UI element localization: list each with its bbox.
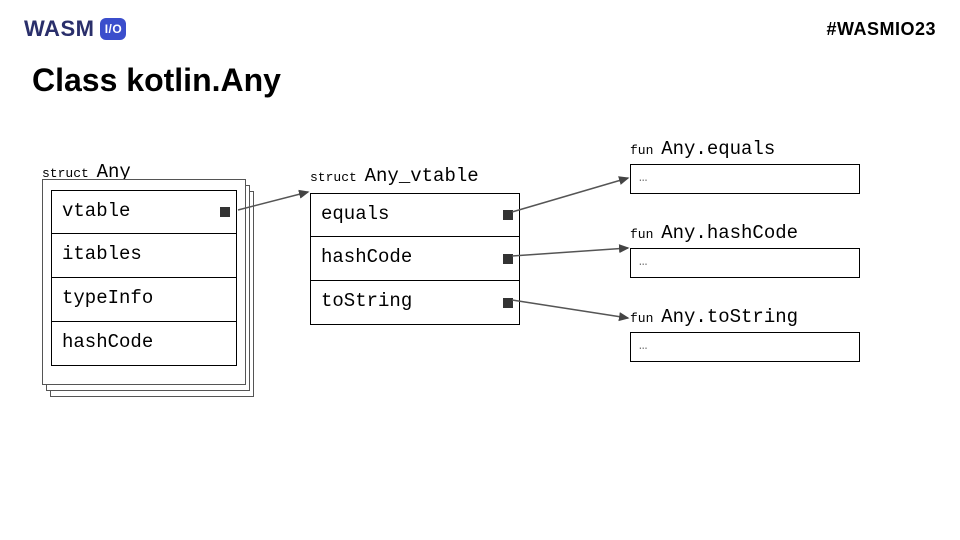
fun-hashcode: fun Any.hashCode … [630, 222, 860, 278]
slide-title: Class kotlin.Any [32, 62, 281, 99]
struct-vtable-label: struct Any_vtable [310, 165, 520, 187]
struct-vtable: struct Any_vtable equals hashCode toStri… [310, 165, 520, 325]
wasm-io-logo: WASM I/O [24, 16, 126, 42]
fun-equals: fun Any.equals … [630, 138, 860, 194]
hashtag: #WASMIO23 [826, 19, 936, 40]
field-equals: equals [310, 193, 520, 237]
function-column: fun Any.equals … fun Any.hashCode … fun … [630, 138, 860, 390]
pointer-knob [503, 210, 513, 220]
field-hashcode: hashCode [51, 322, 237, 366]
struct-any-stack: struct Any vtable itables typeInfo hashC… [42, 165, 246, 380]
pointer-knob [220, 207, 230, 217]
slide-header: WASM I/O #WASMIO23 [24, 16, 936, 42]
fun-tostring: fun Any.toString … [630, 306, 860, 362]
pointer-knob [503, 254, 513, 264]
logo-text: WASM [24, 16, 94, 42]
pointer-knob [503, 298, 513, 308]
field-typeinfo: typeInfo [51, 278, 237, 322]
fun-body-equals: … [630, 164, 860, 194]
fun-body-tostring: … [630, 332, 860, 362]
fun-label-equals: fun Any.equals [630, 138, 860, 160]
field-hashcode-vtable: hashCode [310, 237, 520, 281]
struct-vtable-fields: equals hashCode toString [310, 193, 520, 325]
field-itables: itables [51, 234, 237, 278]
fun-label-tostring: fun Any.toString [630, 306, 860, 328]
logo-badge: I/O [100, 18, 126, 40]
field-tostring: toString [310, 281, 520, 325]
fun-label-hashcode: fun Any.hashCode [630, 222, 860, 244]
stack-page-1: vtable itables typeInfo hashCode [42, 179, 246, 385]
fun-body-hashcode: … [630, 248, 860, 278]
field-vtable: vtable [51, 190, 237, 234]
struct-any-fields: vtable itables typeInfo hashCode [51, 190, 237, 366]
